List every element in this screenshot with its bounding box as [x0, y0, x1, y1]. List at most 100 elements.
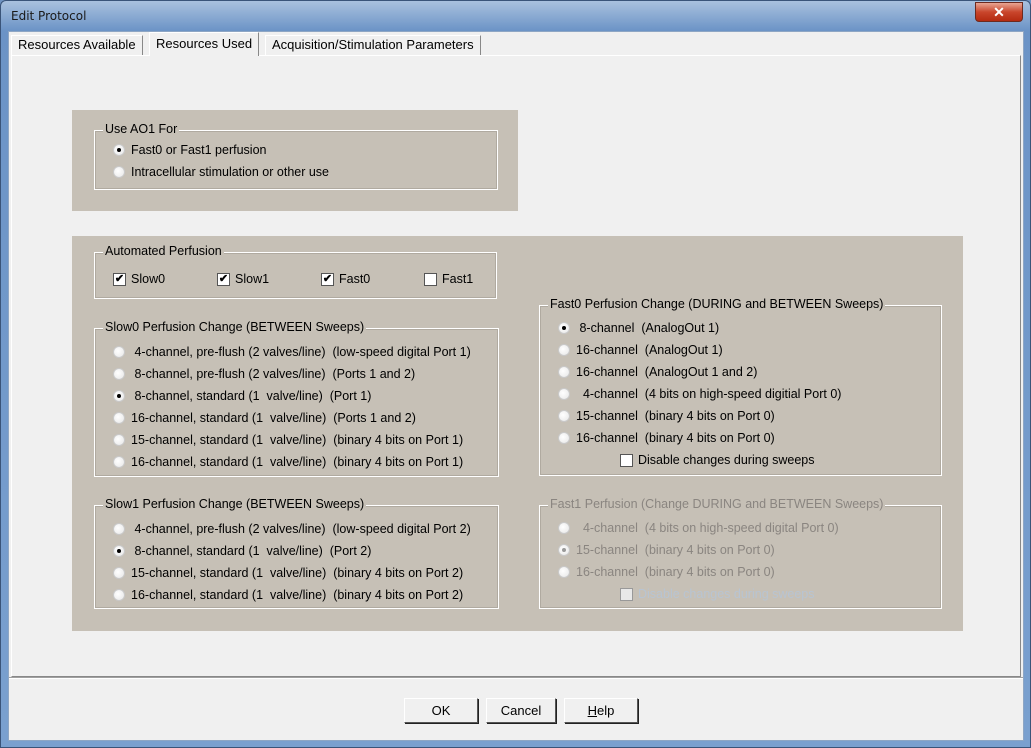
- use-ao1-for-group: Use AO1 For Fast0 or Fast1 perfusion Intra…: [94, 122, 498, 190]
- slow1-perfusion-group: Slow1 Perfusion Change (BETWEEN Sweeps) …: [94, 497, 499, 609]
- radio-option[interactable]: 15-channel, standard (1 valve/line) (bin…: [113, 562, 463, 584]
- perfusion-checkbox-slow1[interactable]: ✔ Slow1: [217, 268, 269, 290]
- radio-button[interactable]: [113, 390, 125, 402]
- group-title: Fast0 Perfusion Change (DURING and BETWE…: [548, 297, 886, 311]
- radio-label: Intracellular stimulation or other use: [131, 165, 330, 179]
- radio-label: 16-channel (binary 4 bits on Port 0): [576, 565, 775, 579]
- radio-label: 16-channel (AnalogOut 1 and 2): [576, 365, 758, 379]
- radio-button[interactable]: [113, 567, 125, 579]
- radio-option[interactable]: 15-channel (binary 4 bits on Port 0): [558, 539, 775, 561]
- perfusion-panel: Automated Perfusion ✔ Slow0 ✔ Slow1 ✔ Fast0 Fas…: [72, 236, 963, 631]
- radio-label: 16-channel, standard (1 valve/line) (bin…: [131, 455, 464, 469]
- disable-changes-checkbox[interactable]: Disable changes during sweeps: [620, 449, 815, 471]
- cancel-button[interactable]: Cancel: [486, 698, 556, 723]
- radio-button[interactable]: [113, 434, 125, 446]
- radio-option[interactable]: 16-channel, standard (1 valve/line) (Por…: [113, 407, 416, 429]
- tab-resources-available[interactable]: Resources Available: [11, 35, 143, 55]
- radio-option[interactable]: 15-channel, standard (1 valve/line) (bin…: [113, 429, 463, 451]
- radio-button[interactable]: [113, 368, 125, 380]
- radio-label: 15-channel, standard (1 valve/line) (bin…: [131, 433, 464, 447]
- radio-label: 15-channel (binary 4 bits on Port 0): [576, 543, 775, 557]
- radio-button[interactable]: [113, 589, 125, 601]
- radio-button[interactable]: [558, 322, 570, 334]
- checkbox-label: Fast0: [339, 272, 371, 286]
- radio-button[interactable]: [113, 166, 125, 178]
- radio-button[interactable]: [558, 432, 570, 444]
- radio-button[interactable]: [558, 410, 570, 422]
- radio-option[interactable]: 4-channel (4 bits on high-speed digital …: [558, 517, 839, 539]
- checkbox-label: Disable changes during sweeps: [638, 453, 815, 467]
- radio-option[interactable]: 4-channel, pre-flush (2 valves/line) (lo…: [113, 518, 471, 540]
- checkbox[interactable]: ✔: [217, 272, 230, 286]
- radio-option[interactable]: 16-channel (AnalogOut 1 and 2): [558, 361, 757, 383]
- radio-label: 8-channel, pre-flush (2 valves/line) (Po…: [131, 367, 416, 381]
- radio-button[interactable]: [113, 412, 125, 424]
- help-label: elp: [597, 703, 615, 718]
- radio-option[interactable]: 4-channel (4 bits on high-speed digitial…: [558, 383, 841, 405]
- radio-label: 15-channel, standard (1 valve/line) (bin…: [131, 566, 464, 580]
- radio-option[interactable]: 16-channel, standard (1 valve/line) (bin…: [113, 584, 463, 606]
- ok-button[interactable]: OK: [404, 698, 478, 723]
- checkbox[interactable]: ✔: [321, 272, 334, 286]
- perfusion-checkbox-fast1[interactable]: Fast1: [424, 268, 473, 290]
- radio-button[interactable]: [558, 522, 570, 534]
- ao1-panel: Use AO1 For Fast0 or Fast1 perfusion Intra…: [72, 110, 518, 211]
- checkbox[interactable]: [620, 587, 633, 601]
- radio-label: 16-channel (binary 4 bits on Port 0): [576, 431, 775, 445]
- radio-button[interactable]: [113, 346, 125, 358]
- radio-option[interactable]: 16-channel (binary 4 bits on Port 0): [558, 561, 775, 583]
- automated-perfusion-group: Automated Perfusion ✔ Slow0 ✔ Slow1 ✔ Fast0 Fas…: [94, 244, 497, 299]
- radio-option[interactable]: Fast0 or Fast1 perfusion: [113, 139, 266, 161]
- radio-label: 16-channel, standard (1 valve/line) (bin…: [131, 588, 464, 602]
- radio-option[interactable]: 8-channel, standard (1 valve/line) (Port…: [113, 385, 371, 407]
- checkbox[interactable]: ✔: [113, 272, 126, 286]
- checkbox-label: Slow0: [131, 272, 166, 286]
- radio-button[interactable]: [113, 456, 125, 468]
- help-mnemonic: H: [587, 703, 598, 718]
- dialog-client: Resources Available Resources Used Acqui…: [8, 31, 1024, 741]
- radio-option[interactable]: 16-channel (AnalogOut 1): [558, 339, 723, 361]
- perfusion-checkbox-fast0[interactable]: ✔ Fast0: [321, 268, 370, 290]
- radio-label: 8-channel, standard (1 valve/line) (Port…: [131, 389, 372, 403]
- radio-label: 15-channel (binary 4 bits on Port 0): [576, 409, 775, 423]
- divider: [9, 677, 1023, 679]
- tab-acquisition-stimulation-parameters[interactable]: Acquisition/Stimulation Parameters: [265, 35, 481, 55]
- perfusion-checkbox-slow0[interactable]: ✔ Slow0: [113, 268, 165, 290]
- radio-option[interactable]: 15-channel (binary 4 bits on Port 0): [558, 405, 775, 427]
- fast0-perfusion-group: Fast0 Perfusion Change (DURING and BETWE…: [539, 297, 942, 476]
- radio-option[interactable]: 8-channel (AnalogOut 1): [558, 317, 719, 339]
- checkbox-label: Fast1: [442, 272, 474, 286]
- tab-resources-used[interactable]: Resources Used: [149, 32, 260, 56]
- radio-button[interactable]: [113, 144, 125, 156]
- radio-button[interactable]: [113, 545, 125, 557]
- slow0-perfusion-group: Slow0 Perfusion Change (BETWEEN Sweeps) …: [94, 320, 499, 477]
- group-title: Slow1 Perfusion Change (BETWEEN Sweeps): [103, 497, 367, 511]
- radio-option[interactable]: 4-channel, pre-flush (2 valves/line) (lo…: [113, 341, 471, 363]
- radio-label: Fast0 or Fast1 perfusion: [131, 143, 267, 157]
- radio-option[interactable]: 8-channel, standard (1 valve/line) (Port…: [113, 540, 371, 562]
- checkbox-label: Slow1: [235, 272, 270, 286]
- checkbox-label: Disable changes during sweeps: [638, 587, 815, 601]
- radio-option[interactable]: Intracellular stimulation or other use: [113, 161, 329, 183]
- radio-button[interactable]: [113, 523, 125, 535]
- group-title: Fast1 Perfusion (Change DURING and BETWE…: [548, 497, 886, 511]
- close-button[interactable]: ✕: [975, 2, 1023, 22]
- radio-label: 4-channel (4 bits on high-speed digitial…: [576, 387, 842, 401]
- disable-changes-checkbox[interactable]: Disable changes during sweeps: [620, 583, 815, 605]
- radio-label: 4-channel, pre-flush (2 valves/line) (lo…: [131, 522, 471, 536]
- radio-button[interactable]: [558, 566, 570, 578]
- radio-option[interactable]: 16-channel, standard (1 valve/line) (bin…: [113, 451, 463, 473]
- radio-option[interactable]: 16-channel (binary 4 bits on Port 0): [558, 427, 775, 449]
- tab-page: Use AO1 For Fast0 or Fast1 perfusion Intra…: [11, 55, 1021, 677]
- checkbox[interactable]: [424, 272, 437, 286]
- radio-option[interactable]: 8-channel, pre-flush (2 valves/line) (Po…: [113, 363, 415, 385]
- radio-button[interactable]: [558, 366, 570, 378]
- group-title: Automated Perfusion: [103, 244, 224, 258]
- help-button[interactable]: Help: [564, 698, 638, 723]
- radio-button[interactable]: [558, 388, 570, 400]
- window-title: Edit Protocol: [11, 9, 87, 23]
- checkbox[interactable]: [620, 453, 633, 467]
- radio-button[interactable]: [558, 344, 570, 356]
- radio-button[interactable]: [558, 544, 570, 556]
- radio-label: 8-channel (AnalogOut 1): [576, 321, 720, 335]
